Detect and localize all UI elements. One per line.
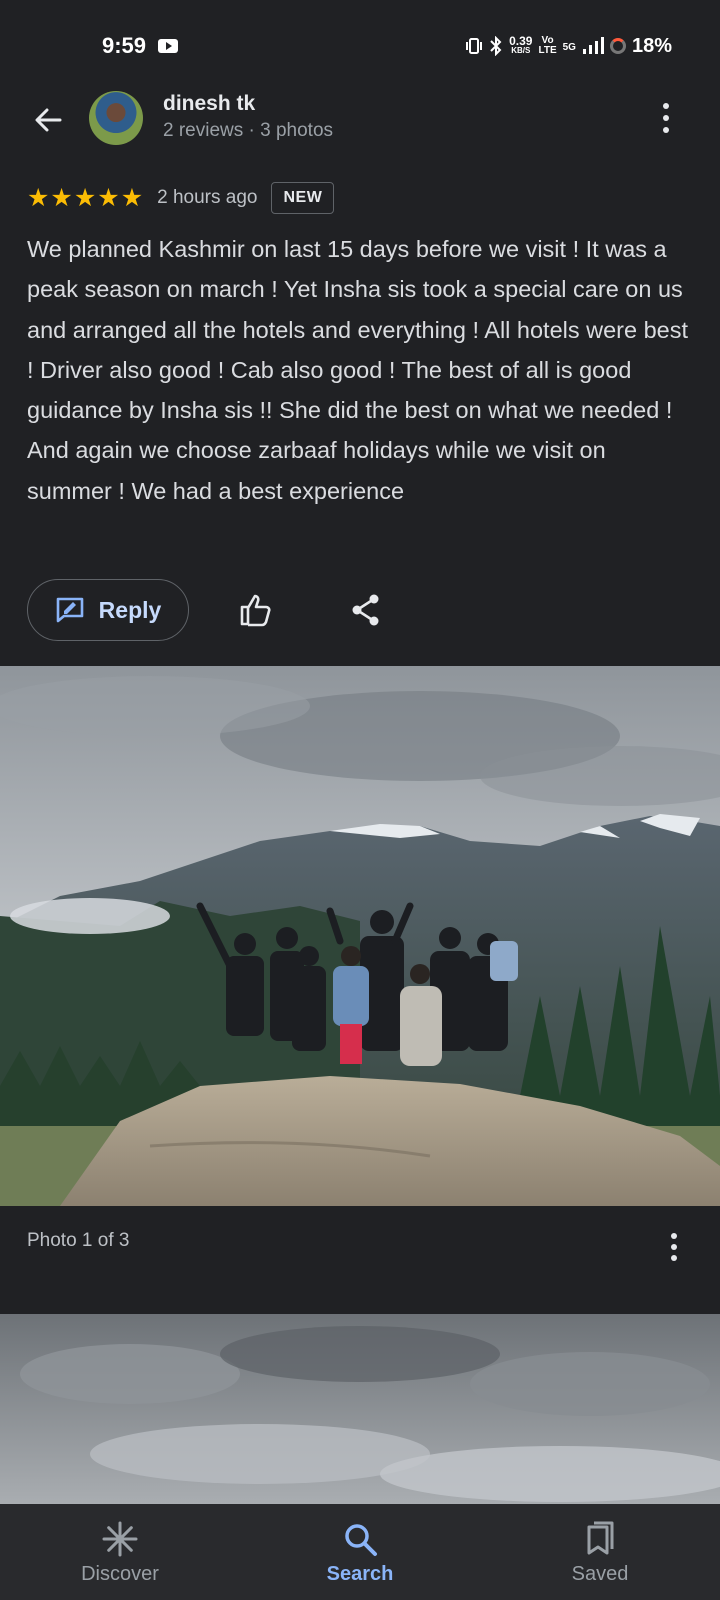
star-icon: ★ [97,183,120,212]
review-time: 2 hours ago [157,187,258,208]
battery-level: 18% [631,34,672,57]
star-icon: ★ [27,183,50,212]
reply-label: Reply [98,596,162,623]
bluetooth-icon [490,36,502,56]
net-speed: 0.39 KB/S [509,34,533,56]
star-icon: ★ [73,183,97,212]
net-speed-unit: KB/S [511,46,531,55]
youtube-notification-icon [158,39,179,53]
nav-saved-label: Saved [571,1562,629,1585]
status-right: 0.39 KB/S Vo LTE 5G 18% [465,35,672,58]
photo-caption: Photo 1 of 3 [27,1230,130,1251]
reviewer-name[interactable]: dinesh tk [163,92,255,116]
more-dot [663,127,669,133]
avatar[interactable] [89,91,143,145]
status-time: 9:59 [102,33,147,58]
status-left: 9:59 [102,33,179,59]
signal-icon [582,37,604,54]
reviewer-meta: 2 reviews · 3 photos [163,120,334,141]
new-badge: NEW [271,182,335,214]
review-text: We planned Kashmir on last 15 days befor… [27,236,689,504]
more-dot [663,115,669,121]
saved-icon [587,1521,614,1554]
star-icon: ★ [120,183,144,212]
network-type: 5G [562,41,576,53]
reply-button[interactable]: Reply [27,579,189,641]
thumb-up-icon[interactable] [239,593,273,627]
discover-icon [102,1521,138,1556]
more-dot [671,1233,677,1239]
vibrate-icon [466,38,483,54]
more-dot [671,1255,677,1261]
net-speed-value: 0.39 [509,34,533,48]
star-icon: ★ [50,183,73,212]
review-photo-2[interactable] [0,1314,720,1504]
nav-discover-label: Discover [81,1562,159,1585]
review-actions: Reply [27,579,677,643]
more-dot [671,1244,677,1250]
status-bar: 9:59 0.39 KB/S Vo LTE 5G 18% [0,0,720,92]
share-icon[interactable] [351,593,381,627]
battery-icon [609,38,626,54]
rating-row: ★ ★ ★ ★ ★ 2 hours ago NEW [27,180,335,216]
more-vert-icon[interactable] [656,100,676,136]
volte-bottom: LTE [538,45,557,56]
more-dot [663,103,669,109]
volte-indicator: Vo LTE [538,36,556,56]
reply-edit-icon [56,597,83,623]
bottom-nav: Discover Search Saved [0,1504,720,1600]
star-rating: ★ ★ ★ ★ ★ [27,183,144,212]
back-arrow-icon[interactable] [28,100,68,140]
nav-search[interactable]: Search [240,1504,480,1600]
review-header: dinesh tk 2 reviews · 3 photos [0,88,720,150]
nav-saved[interactable]: Saved [480,1504,720,1600]
nav-search-label: Search [326,1562,394,1585]
nav-discover[interactable]: Discover [0,1504,240,1600]
review-photo-1[interactable] [0,666,720,1206]
photo-more-vert-icon[interactable] [664,1230,684,1264]
search-icon [345,1523,377,1556]
